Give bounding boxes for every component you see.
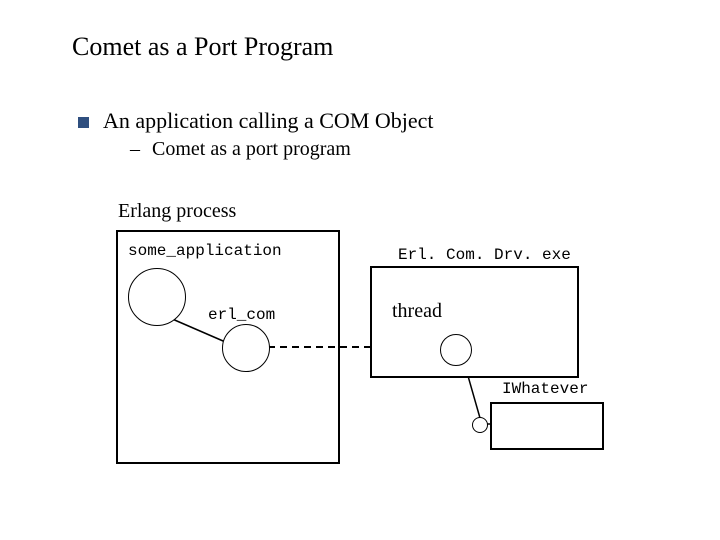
slide-title: Comet as a Port Program [72,32,333,62]
square-bullet-icon [78,117,89,128]
dash-bullet-icon: – [130,138,140,161]
interface-lollipop-icon [472,417,488,433]
erlang-process-label: Erlang process [118,200,236,223]
bullet-text: An application calling a COM Object [103,108,434,134]
slide: Comet as a Port Program An application c… [0,0,720,540]
thread-label: thread [392,300,442,323]
bullet-level1: An application calling a COM Object [78,108,434,134]
process-circle-erlcom [222,324,270,372]
subbullet-text: Comet as a port program [152,138,351,161]
iwhatever-box [490,402,604,450]
erl-com-label: erl_com [208,306,275,324]
iwhatever-label: IWhatever [502,380,588,398]
bullet-level2: – Comet as a port program [130,138,351,161]
driver-label: Erl. Com. Drv. exe [398,246,571,264]
connections-layer [0,0,720,540]
thread-circle [440,334,472,366]
some-application-label: some_application [128,242,282,260]
process-circle-someapp [128,268,186,326]
